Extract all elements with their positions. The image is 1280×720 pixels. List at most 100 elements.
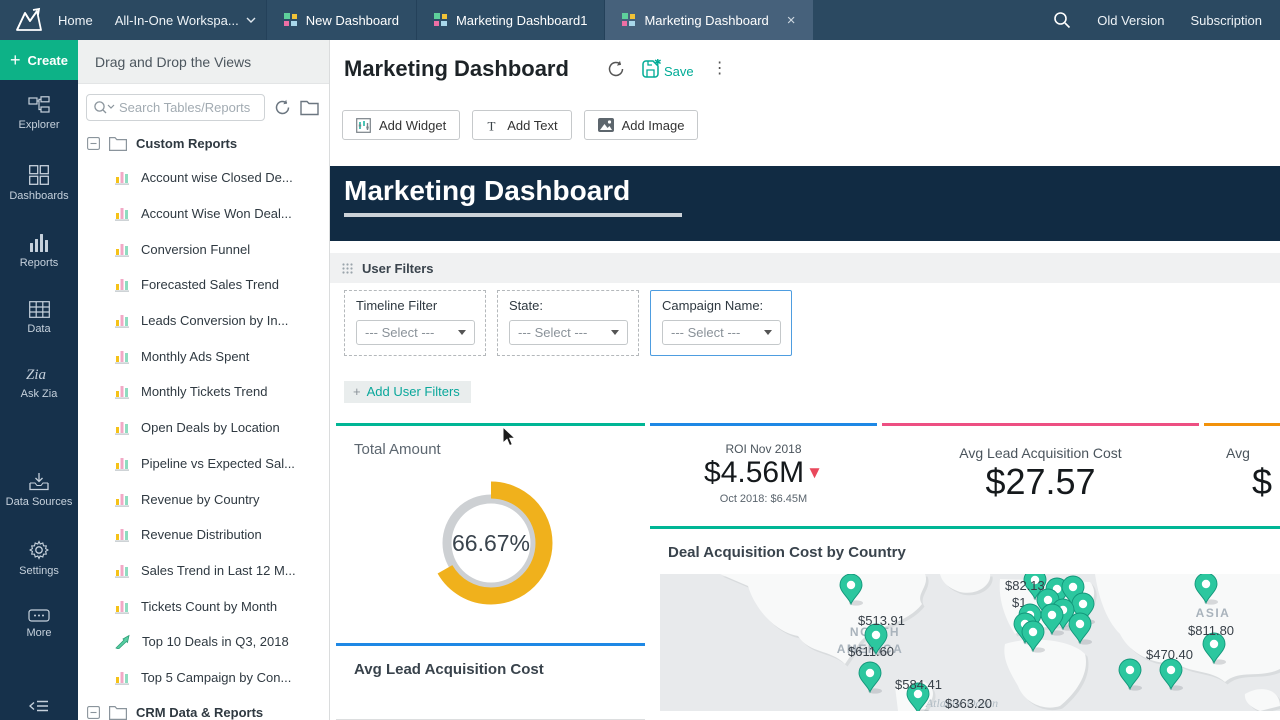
banner-title: Marketing Dashboard <box>344 175 1280 207</box>
report-list-item[interactable]: Leads Conversion by In... <box>78 303 329 339</box>
tab-new-dashboard[interactable]: New Dashboard <box>266 0 416 40</box>
banner-underline <box>344 213 682 217</box>
dashboard-tab-icon <box>622 13 636 27</box>
collapse-toggle-icon[interactable] <box>87 137 100 150</box>
collapse-sidebar-icon[interactable] <box>0 700 78 712</box>
widget-avg-lead-acquisition-table[interactable]: Avg Lead Acquisition Cost <box>336 643 645 720</box>
refresh-icon[interactable] <box>274 99 291 116</box>
add-text-label: Add Text <box>507 118 557 133</box>
report-list-item[interactable]: Conversion Funnel <box>78 231 329 267</box>
dashboard-tab-icon <box>434 13 448 27</box>
views-panel-header: Drag and Drop the Views <box>78 40 329 84</box>
bar-chart-icon <box>115 492 130 507</box>
campaign-filter-select[interactable]: --- Select --- <box>662 320 781 345</box>
bar-chart-icon <box>115 206 130 221</box>
more-icon <box>28 609 50 622</box>
sidebar-item-dashboards[interactable]: Dashboards <box>9 165 68 202</box>
refresh-dashboard-icon[interactable] <box>607 60 625 78</box>
sidebar-item-ask-zia[interactable]: Zia Ask Zia <box>21 365 58 400</box>
report-label: Account wise Closed De... <box>141 170 293 185</box>
sidebar-item-data-sources[interactable]: Data Sources <box>6 472 73 508</box>
widget-total-amount[interactable]: Total Amount 66.67% <box>336 423 645 641</box>
tab-marketing-dashboard[interactable]: Marketing Dashboard × <box>604 0 812 40</box>
search-dropdown-icon[interactable] <box>93 100 115 120</box>
left-sidebar: + Create Explorer Dashboards Reports Dat… <box>0 40 78 720</box>
timeline-filter-select[interactable]: --- Select --- <box>356 320 475 345</box>
subscription-link[interactable]: Subscription <box>1190 13 1262 28</box>
map-region-label: ASIA <box>1196 606 1231 620</box>
save-icon: ✱ <box>641 59 661 79</box>
world-map-chart: Atlantic Ocean NORTHAMERICAASIA$1$82.13$… <box>660 574 1280 711</box>
add-widget-button[interactable]: Add Widget <box>342 110 460 140</box>
tab-marketing-dashboard1[interactable]: Marketing Dashboard1 <box>416 0 605 40</box>
sidebar-item-reports[interactable]: Reports <box>20 234 59 269</box>
add-image-button[interactable]: Add Image <box>584 110 699 140</box>
report-list-item[interactable]: Top 5 Campaign by Con... <box>78 660 329 696</box>
report-list-item[interactable]: Open Deals by Location <box>78 410 329 446</box>
workspace-switcher[interactable]: All-In-One Workspa... <box>115 13 256 28</box>
create-button[interactable]: + Create <box>0 40 78 80</box>
filter-timeline: Timeline Filter --- Select --- <box>344 290 486 356</box>
tab-close-icon[interactable]: × <box>787 12 796 29</box>
filter-label: Campaign Name: <box>662 298 781 313</box>
report-list-item[interactable]: Revenue Distribution <box>78 517 329 553</box>
bar-chart-icon <box>115 456 130 471</box>
report-label: Monthly Tickets Trend <box>141 384 267 399</box>
select-value: --- Select --- <box>365 325 434 340</box>
map-value-label: $811.80 <box>1188 623 1234 638</box>
report-list-item[interactable]: Monthly Tickets Trend <box>78 374 329 410</box>
widget-kpi-roi[interactable]: ROI Nov 2018 $4.56M ▼ Oct 2018: $6.45M <box>650 423 877 521</box>
report-label: Forecasted Sales Trend <box>141 277 279 292</box>
folder-custom-reports[interactable]: Custom Reports <box>78 127 329 160</box>
tab-label: Marketing Dashboard1 <box>456 13 588 28</box>
widget-kpi-avg-lead-cost[interactable]: Avg Lead Acquisition Cost $27.57 <box>882 423 1199 521</box>
folder-view-icon[interactable] <box>300 100 319 116</box>
sidebar-item-settings[interactable]: Settings <box>19 540 59 577</box>
old-version-link[interactable]: Old Version <box>1097 13 1164 28</box>
drag-handle-icon[interactable] <box>342 263 353 274</box>
report-label: Top 5 Campaign by Con... <box>141 670 291 685</box>
report-list-item[interactable]: Revenue by Country <box>78 481 329 517</box>
add-user-filters-label: Add User Filters <box>367 384 460 399</box>
report-list-item[interactable]: Sales Trend in Last 12 M... <box>78 553 329 589</box>
report-list-item[interactable]: Forecasted Sales Trend <box>78 267 329 303</box>
plus-icon: + <box>10 50 21 71</box>
sidebar-item-more[interactable]: More <box>26 609 51 639</box>
report-list-item[interactable]: Top 10 Deals in Q3, 2018 <box>78 624 329 660</box>
trend-down-icon: ▼ <box>806 463 823 483</box>
analytics-logo-icon[interactable] <box>0 7 58 33</box>
report-label: Sales Trend in Last 12 M... <box>141 563 296 578</box>
folder-crm-data-reports[interactable]: CRM Data & Reports <box>78 695 329 720</box>
state-filter-select[interactable]: --- Select --- <box>509 320 628 345</box>
kpi-comparison: Oct 2018: $6.45M <box>720 493 807 505</box>
add-text-button[interactable]: T Add Text <box>472 110 571 140</box>
add-user-filters-link[interactable]: + Add User Filters <box>344 381 471 403</box>
sidebar-item-data[interactable]: Data <box>27 301 50 335</box>
search-icon[interactable] <box>1053 11 1071 29</box>
widget-title: Total Amount <box>336 426 645 458</box>
add-image-label: Add Image <box>622 118 685 133</box>
widget-deal-acquisition-map[interactable]: Deal Acquisition Cost by Country <box>650 526 1280 720</box>
views-panel: Drag and Drop the Views Custom Reports A… <box>78 40 330 720</box>
report-label: Tickets Count by Month <box>141 599 277 614</box>
caret-down-icon <box>458 330 466 335</box>
map-value-label: $584.41 <box>895 677 942 692</box>
widget-kpi-partial[interactable]: Avg $ <box>1204 423 1280 521</box>
home-link[interactable]: Home <box>58 13 93 28</box>
map-value-label: $470.40 <box>1146 647 1193 662</box>
report-label: Monthly Ads Spent <box>141 349 249 364</box>
report-list-item[interactable]: Account wise Closed De... <box>78 160 329 196</box>
svg-text:Zia: Zia <box>26 367 46 383</box>
report-list-item[interactable]: Tickets Count by Month <box>78 588 329 624</box>
report-list-item[interactable]: Pipeline vs Expected Sal... <box>78 446 329 482</box>
sidebar-item-explorer[interactable]: Explorer <box>19 96 60 131</box>
report-list-item[interactable]: Monthly Ads Spent <box>78 338 329 374</box>
save-button[interactable]: ✱ Save <box>641 59 694 79</box>
dashboard-tabs: New Dashboard Marketing Dashboard1 Marke… <box>266 0 813 40</box>
report-label: Account Wise Won Deal... <box>141 206 292 221</box>
more-options-icon[interactable]: ⋮ <box>712 64 728 74</box>
bar-chart-icon <box>115 420 130 435</box>
collapse-toggle-icon[interactable] <box>87 706 100 719</box>
report-list: Account wise Closed De... Account Wise W… <box>78 160 329 695</box>
report-list-item[interactable]: Account Wise Won Deal... <box>78 196 329 232</box>
